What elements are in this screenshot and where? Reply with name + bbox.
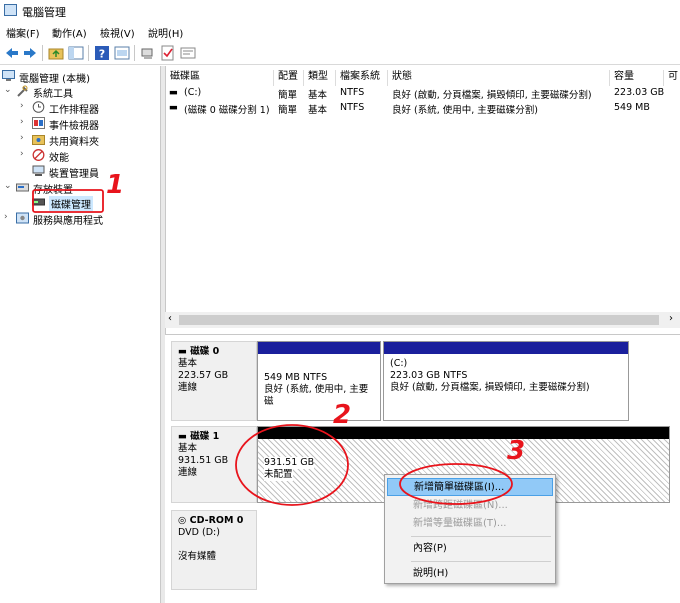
disk-management-icon — [32, 196, 45, 208]
table-row[interactable]: ▬ (磁碟 0 磁碟分割 1) 簡單 基本 NTFS 良好 (系統, 使用中, … — [166, 101, 680, 116]
column-header-free[interactable]: 可 — [664, 70, 680, 86]
menu-separator — [411, 536, 551, 537]
table-row[interactable]: ▬ (C:) 簡單 基本 NTFS 良好 (啟動, 分頁檔案, 損毀傾印, 主要… — [166, 86, 680, 101]
toolbar: ? — [0, 41, 680, 65]
scroll-right-icon[interactable]: › — [669, 313, 673, 324]
help-icon[interactable]: ? — [94, 45, 110, 61]
performance-icon — [32, 149, 45, 161]
partition-system[interactable]: 549 MB NTFS 良好 (系統, 使用中, 主要磁 — [257, 341, 381, 421]
expand-chevron-icon[interactable]: › — [20, 101, 30, 111]
expand-chevron-icon[interactable]: ⌄ — [4, 181, 14, 191]
menu-item-properties[interactable]: 內容(P) — [387, 540, 553, 558]
menu-view[interactable]: 檢視(V) — [100, 25, 135, 40]
annotation-number-2: 2 — [333, 400, 352, 430]
forward-arrow-icon[interactable] — [22, 45, 38, 61]
menu-separator — [411, 561, 551, 562]
partition-bar — [384, 342, 628, 354]
drive-icon: ▬ — [169, 87, 178, 98]
event-viewer-icon — [32, 117, 45, 129]
column-header-capacity[interactable]: 容量 — [610, 70, 664, 86]
menu-file[interactable]: 檔案(F) — [6, 25, 40, 40]
show-tree-icon[interactable] — [68, 45, 84, 61]
storage-icon — [16, 181, 29, 193]
disk-icon: ▬ — [178, 346, 191, 357]
properties-icon[interactable] — [180, 45, 196, 61]
partition-bar — [258, 427, 669, 439]
expand-chevron-icon[interactable]: › — [20, 117, 30, 127]
menu-action[interactable]: 動作(A) — [52, 25, 87, 40]
menu-item-help[interactable]: 說明(H) — [387, 565, 553, 583]
menu-item-new-simple-volume[interactable]: 新增簡單磁碟區(I)... — [387, 478, 553, 496]
menu-item-new-striped-volume[interactable]: 新增等量磁碟區(T)... — [387, 515, 553, 533]
scrollbar-thumb[interactable] — [179, 315, 659, 325]
column-header-status[interactable]: 狀態 — [388, 70, 610, 86]
clock-icon — [32, 101, 45, 113]
annotation-number-3: 3 — [507, 436, 526, 466]
column-header-filesystem[interactable]: 檔案系統 — [336, 70, 388, 86]
cdrom-label[interactable]: ◎ CD-ROM 0 DVD (D:) 沒有媒體 — [171, 510, 257, 590]
computer-management-icon — [4, 4, 17, 16]
title-bar: 電腦管理 — [0, 0, 680, 22]
checklist-icon[interactable] — [160, 45, 176, 61]
context-menu: 新增簡單磁碟區(I)... 新增跨距磁碟區(N)... 新增等量磁碟區(T)..… — [384, 474, 556, 584]
column-header-volume[interactable]: 磁碟區 — [166, 70, 274, 86]
connect-icon[interactable] — [140, 45, 156, 61]
volume-list: 磁碟區 配置 類型 檔案系統 狀態 容量 可 ▬ (C:) 簡單 基本 NTFS… — [165, 66, 680, 334]
drive-icon: ▬ — [169, 102, 178, 113]
disk-icon: ▬ — [178, 431, 191, 442]
navigation-tree: 電腦管理 (本機) ⌄ 系統工具 › 工作排程器 › 事件檢視器 › 共用資料夾… — [0, 66, 161, 603]
tools-icon — [16, 85, 29, 97]
annotation-number-1: 1 — [106, 170, 125, 200]
window-title: 電腦管理 — [22, 6, 66, 19]
menu-help[interactable]: 說明(H) — [148, 25, 183, 40]
services-icon — [16, 212, 29, 224]
expand-chevron-icon[interactable]: › — [4, 212, 14, 222]
computer-management-icon — [2, 70, 15, 82]
column-header-type[interactable]: 類型 — [304, 70, 336, 86]
up-folder-icon[interactable] — [48, 45, 64, 61]
device-manager-icon — [32, 165, 45, 177]
back-arrow-icon[interactable] — [4, 45, 20, 61]
console-view-icon[interactable] — [114, 45, 130, 61]
horizontal-scrollbar[interactable]: ‹ › — [165, 312, 680, 328]
menu-bar: 檔案(F) 動作(A) 檢視(V) 說明(H) — [0, 22, 680, 41]
disk-1-label[interactable]: ▬ 磁碟 1 基本 931.51 GB 連線 — [171, 426, 257, 503]
shared-folder-icon — [32, 133, 45, 145]
scroll-left-icon[interactable]: ‹ — [168, 313, 172, 324]
partition-c-drive[interactable]: (C:) 223.03 GB NTFS 良好 (啟動, 分頁檔案, 損毀傾印, … — [383, 341, 629, 421]
expand-chevron-icon[interactable]: ⌄ — [4, 85, 14, 95]
expand-chevron-icon[interactable]: › — [20, 133, 30, 143]
expand-chevron-icon[interactable]: › — [20, 149, 30, 159]
partition-bar — [258, 342, 380, 354]
column-header-layout[interactable]: 配置 — [274, 70, 304, 86]
menu-item-new-spanned-volume[interactable]: 新增跨距磁碟區(N)... — [387, 497, 553, 515]
svg-text:?: ? — [99, 48, 105, 61]
cd-drive-icon: ◎ — [178, 515, 190, 526]
disk-0-label[interactable]: ▬ 磁碟 0 基本 223.57 GB 連線 — [171, 341, 257, 421]
